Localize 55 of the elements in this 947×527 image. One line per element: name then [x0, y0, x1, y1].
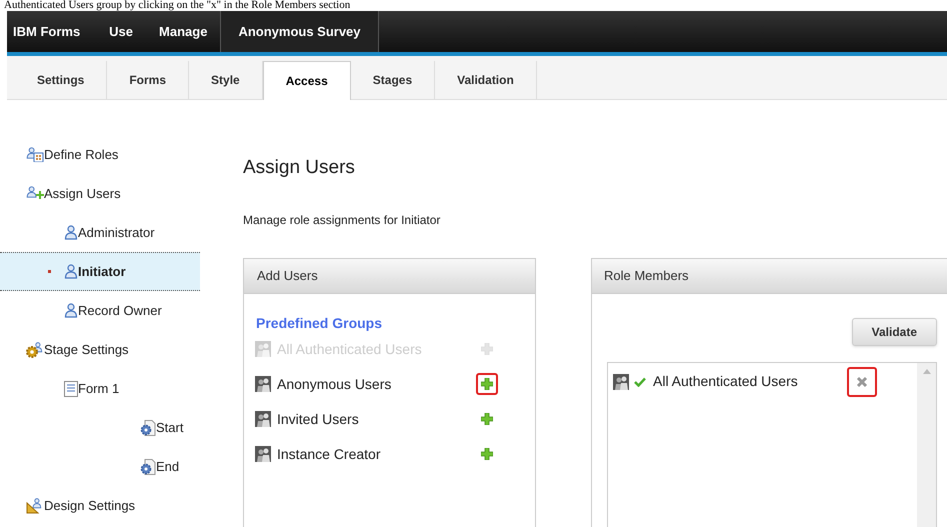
nav-item[interactable]: Manage [146, 11, 220, 52]
close-icon [856, 376, 868, 388]
gear-page-icon [140, 420, 156, 436]
person-icon [64, 264, 78, 279]
tree-item[interactable]: Record Owner [0, 291, 200, 330]
tab[interactable]: Settings [15, 61, 108, 99]
tab[interactable]: Stages [350, 61, 436, 99]
page-title: Assign Users [243, 156, 356, 180]
group-icon [255, 411, 271, 427]
person-grid-icon [26, 147, 44, 162]
nav-item[interactable]: Anonymous Survey [220, 11, 379, 52]
plus-icon [481, 343, 493, 355]
group-icon [255, 446, 271, 462]
member-name: All Authenticated Users [653, 372, 799, 391]
nav-item[interactable]: Use [96, 11, 146, 52]
plus-icon [481, 413, 493, 425]
tree-item[interactable]: Design Settings [0, 486, 200, 525]
check-icon [634, 376, 646, 386]
bullet-icon [48, 270, 51, 273]
add-button[interactable] [476, 373, 498, 395]
section-heading: Predefined Groups [256, 314, 384, 333]
person-icon [64, 225, 78, 240]
group-name: Invited Users [277, 410, 360, 428]
plus-icon [481, 378, 493, 390]
tree-item[interactable]: Form 1 [0, 369, 200, 408]
tree-item[interactable]: Assign Users [0, 174, 200, 213]
remove-button[interactable] [847, 366, 877, 396]
ruler-person-icon [26, 498, 44, 514]
tree-item[interactable]: Initiator [0, 252, 200, 291]
tab[interactable]: Access [262, 61, 351, 100]
plus-icon [481, 448, 493, 460]
tree-item[interactable]: Define Roles [0, 135, 200, 174]
caption: Authenticated Users group by clicking on the "x" in the Role Members section [3, 0, 352, 11]
panel-header: Add Users [244, 258, 535, 294]
tree-item[interactable]: Stage Settings [0, 330, 200, 369]
tree-item[interactable]: Start [0, 408, 200, 447]
validate-button[interactable]: Validate [852, 318, 937, 346]
panel-header: Role Members [592, 258, 947, 294]
group-name: Instance Creator [277, 444, 382, 464]
gear-page-icon [140, 458, 156, 474]
tree-item[interactable]: Administrator [0, 213, 200, 252]
person-icon [64, 303, 78, 318]
person-plus-icon [26, 186, 44, 201]
scroll-up-icon [922, 368, 930, 374]
group-icon [613, 374, 629, 390]
document-icon [64, 380, 78, 396]
gear-person-icon [26, 342, 44, 358]
page-subtitle: Manage role assignments for Initiator [243, 212, 442, 228]
group-name: Anonymous Users [277, 374, 392, 394]
group-icon [255, 376, 271, 392]
brand-name: IBM Forms [12, 22, 82, 41]
tab[interactable]: Validation [435, 61, 537, 99]
tree-item[interactable]: End [0, 447, 200, 486]
tab[interactable]: Forms [107, 61, 190, 99]
group-icon [255, 341, 271, 357]
